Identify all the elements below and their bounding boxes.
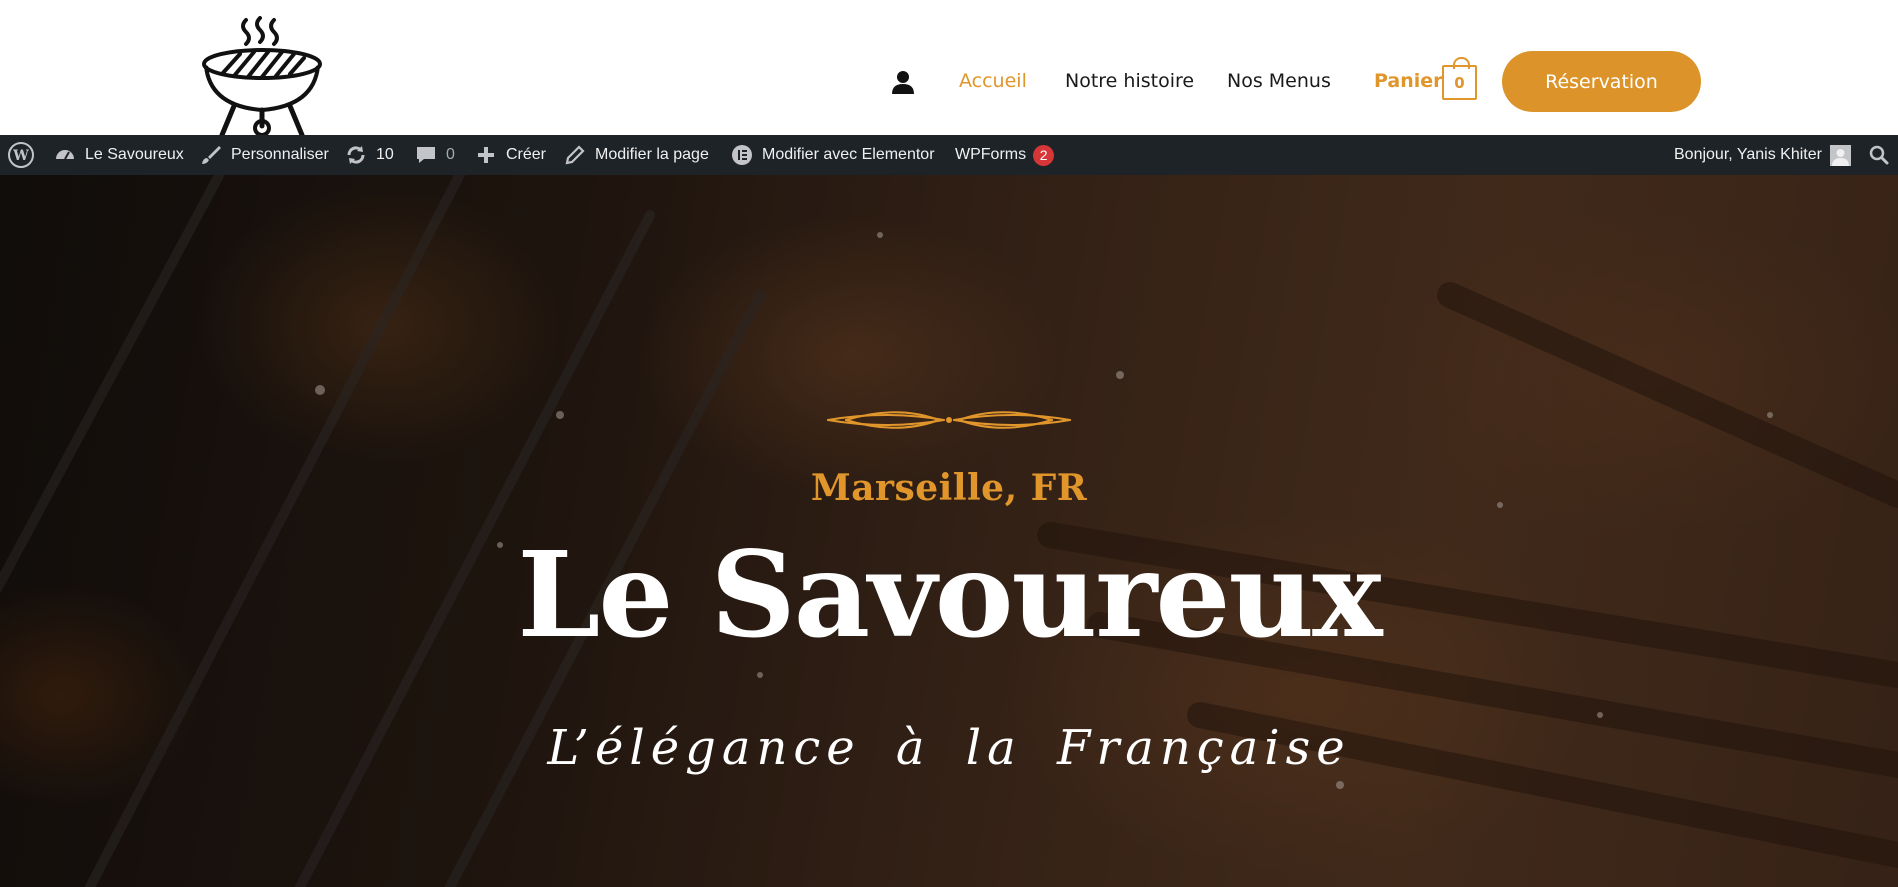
reservation-button[interactable]: Réservation <box>1502 51 1701 112</box>
dashboard-icon <box>54 144 76 166</box>
elementor-icon <box>731 144 753 166</box>
adminbar-greeting: Bonjour, Yanis Khiter <box>1674 146 1822 163</box>
adminbar-create[interactable]: Créer <box>475 135 546 175</box>
user-icon[interactable] <box>890 69 916 95</box>
adminbar-wpforms-label: WPForms <box>955 146 1027 163</box>
adminbar-site-name[interactable]: Le Savoureux <box>54 135 184 175</box>
nav-item-accueil[interactable]: Accueil <box>959 70 1027 92</box>
hero-tagline: L’élégance à la Française <box>547 720 1351 776</box>
nav-item-nos-menus[interactable]: Nos Menus <box>1227 70 1331 92</box>
ornament-divider-icon <box>827 411 1071 429</box>
avatar <box>1829 144 1851 166</box>
nav-item-notre-histoire[interactable]: Notre histoire <box>1065 70 1194 92</box>
site-header: Accueil Notre histoire Nos Menus Panier … <box>0 0 1898 138</box>
adminbar-customize[interactable]: Personnaliser <box>200 135 329 175</box>
adminbar-create-label: Créer <box>506 146 547 163</box>
grill-logo[interactable] <box>198 16 328 138</box>
adminbar-updates[interactable]: 10 <box>345 135 394 175</box>
adminbar-elementor-label: Modifier avec Elementor <box>762 146 935 163</box>
plus-icon <box>475 144 497 166</box>
adminbar-customize-label: Personnaliser <box>231 146 329 163</box>
hero-city: Marseille, FR <box>810 467 1088 509</box>
adminbar-site-name-label: Le Savoureux <box>85 146 184 163</box>
adminbar-edit-page-label: Modifier la page <box>595 146 709 163</box>
wpforms-badge: 2 <box>1033 144 1055 166</box>
refresh-icon <box>345 144 367 166</box>
adminbar-wpforms[interactable]: WPForms 2 <box>955 135 1055 175</box>
wp-admin-bar: W Le Savoureux Personnaliser 10 0 Créer … <box>0 135 1898 175</box>
search-icon[interactable] <box>1868 135 1890 175</box>
cart-link[interactable]: Panier <box>1374 70 1443 92</box>
adminbar-comments[interactable]: 0 <box>415 135 455 175</box>
adminbar-comments-count: 0 <box>446 146 455 163</box>
adminbar-elementor[interactable]: Modifier avec Elementor <box>731 135 935 175</box>
wordpress-icon[interactable]: W <box>8 135 34 175</box>
comment-icon <box>415 144 437 166</box>
hero-title: Le Savoureux <box>517 525 1382 664</box>
adminbar-account[interactable]: Bonjour, Yanis Khiter <box>1674 135 1851 175</box>
cart-count-badge[interactable]: 0 <box>1442 57 1477 100</box>
adminbar-edit-page[interactable]: Modifier la page <box>564 135 709 175</box>
adminbar-updates-count: 10 <box>376 146 394 163</box>
grill-logo-icon <box>202 16 322 138</box>
svg-text:W: W <box>12 148 29 164</box>
pencil-icon <box>564 144 586 166</box>
brush-icon <box>200 144 222 166</box>
hero-section: Marseille, FR Le Savoureux L’élégance à … <box>0 175 1898 887</box>
